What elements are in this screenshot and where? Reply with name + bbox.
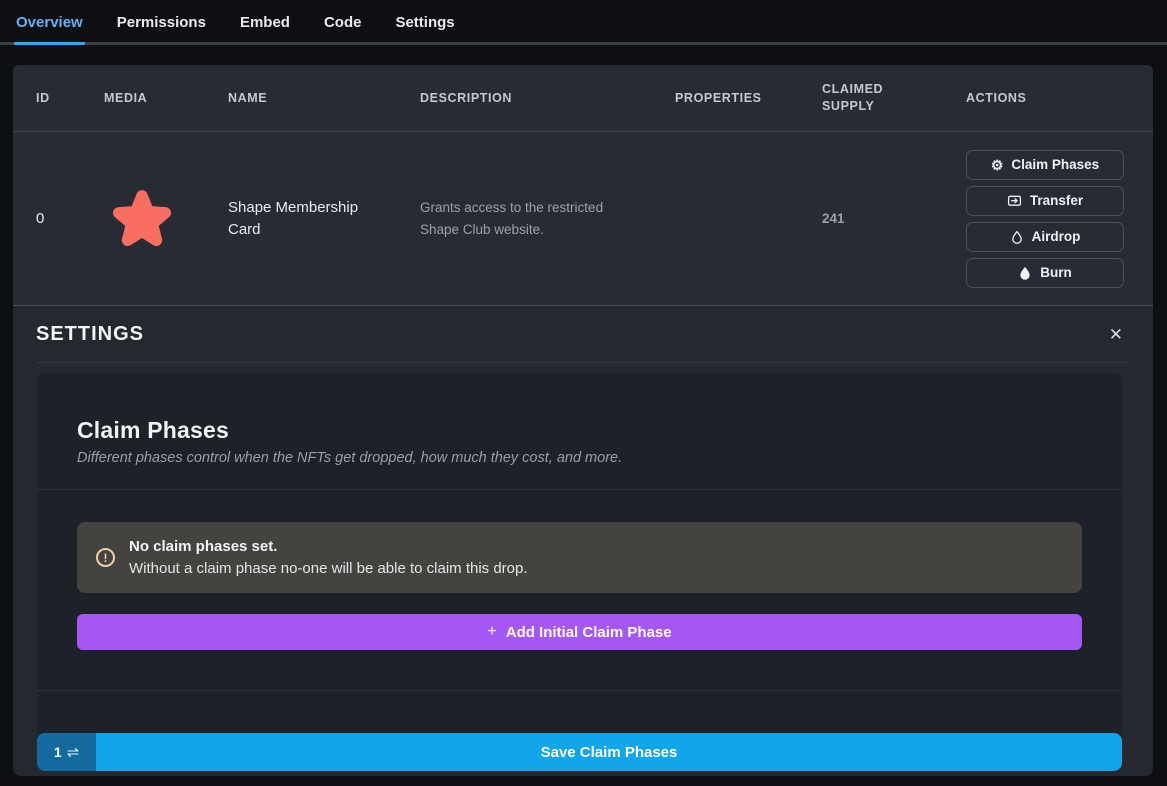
- tab-overview[interactable]: Overview: [14, 9, 85, 42]
- token-id: 0: [36, 210, 104, 227]
- burn-button-label: Burn: [1040, 265, 1072, 280]
- table-row: 0 Shape Membership Card Grants access to…: [13, 132, 1153, 305]
- plus-icon: +: [487, 623, 496, 641]
- burn-button[interactable]: Burn: [966, 258, 1124, 288]
- transfer-icon: [1007, 193, 1022, 208]
- transfer-button[interactable]: Transfer: [966, 186, 1124, 216]
- alert-message: Without a claim phase no-one will be abl…: [129, 560, 528, 577]
- settings-section: SETTINGS ✕ Claim Phases Different phases…: [13, 305, 1153, 776]
- airdrop-button[interactable]: Airdrop: [966, 222, 1124, 252]
- settings-title: SETTINGS: [36, 323, 144, 346]
- transfer-button-label: Transfer: [1030, 193, 1083, 208]
- alert-text: No claim phases set. Without a claim pha…: [129, 538, 528, 577]
- col-header-actions: ACTIONS: [966, 90, 1130, 107]
- claim-phases-title: Claim Phases: [77, 417, 1082, 444]
- claim-phases-subtitle: Different phases control when the NFTs g…: [77, 450, 1082, 466]
- save-claim-phases-label: Save Claim Phases: [96, 733, 1122, 771]
- add-initial-claim-phase-label: Add Initial Claim Phase: [506, 624, 672, 641]
- transaction-arrows-icon: ⇌: [67, 743, 80, 761]
- claim-phases-card-body: ! No claim phases set. Without a claim p…: [37, 490, 1122, 690]
- tab-permissions[interactable]: Permissions: [115, 9, 208, 42]
- no-claim-phases-alert: ! No claim phases set. Without a claim p…: [77, 522, 1082, 593]
- token-description: Grants access to the restricted Shape Cl…: [420, 197, 635, 240]
- transaction-count: 1: [54, 744, 62, 760]
- warning-icon: !: [96, 548, 115, 567]
- claim-phases-button-label: Claim Phases: [1011, 157, 1099, 172]
- col-header-id: ID: [36, 90, 104, 107]
- close-icon: ✕: [1109, 325, 1123, 344]
- col-header-properties: PROPERTIES: [675, 90, 822, 107]
- settings-header: SETTINGS ✕: [36, 306, 1129, 363]
- droplet-outline-icon: [1010, 230, 1024, 244]
- gear-icon: ⚙: [991, 158, 1004, 172]
- claim-phases-card-header: Claim Phases Different phases control wh…: [37, 373, 1122, 489]
- token-media: [104, 183, 228, 255]
- claim-phases-card: Claim Phases Different phases control wh…: [37, 373, 1122, 771]
- claimed-supply-value: 241: [822, 211, 966, 226]
- tab-settings[interactable]: Settings: [393, 9, 456, 42]
- star-icon: [104, 183, 228, 255]
- claim-phases-button[interactable]: ⚙ Claim Phases: [966, 150, 1124, 180]
- alert-title: No claim phases set.: [129, 538, 528, 555]
- table-header-row: ID MEDIA NAME DESCRIPTION PROPERTIES CLA…: [13, 65, 1153, 132]
- droplet-filled-icon: [1018, 266, 1032, 280]
- tab-embed[interactable]: Embed: [238, 9, 292, 42]
- col-header-description: DESCRIPTION: [420, 90, 675, 107]
- nft-panel: ID MEDIA NAME DESCRIPTION PROPERTIES CLA…: [13, 65, 1153, 776]
- col-header-claimed-supply: CLAIMED SUPPLY: [822, 81, 902, 115]
- add-initial-claim-phase-button[interactable]: + Add Initial Claim Phase: [77, 614, 1082, 650]
- token-name: Shape Membership Card: [228, 197, 373, 241]
- airdrop-button-label: Airdrop: [1032, 229, 1081, 244]
- tab-bar: Overview Permissions Embed Code Settings: [0, 0, 1167, 45]
- row-actions: ⚙ Claim Phases Transfer: [966, 150, 1130, 288]
- col-header-name: NAME: [228, 90, 420, 107]
- claim-phases-card-footer: 1 ⇌ Save Claim Phases: [37, 691, 1122, 771]
- tab-code[interactable]: Code: [322, 9, 364, 42]
- save-claim-phases-button[interactable]: 1 ⇌ Save Claim Phases: [37, 733, 1122, 771]
- transaction-count-badge: 1 ⇌: [37, 733, 96, 771]
- col-header-media: MEDIA: [104, 90, 228, 107]
- close-settings-button[interactable]: ✕: [1103, 322, 1129, 347]
- nft-table: ID MEDIA NAME DESCRIPTION PROPERTIES CLA…: [13, 65, 1153, 305]
